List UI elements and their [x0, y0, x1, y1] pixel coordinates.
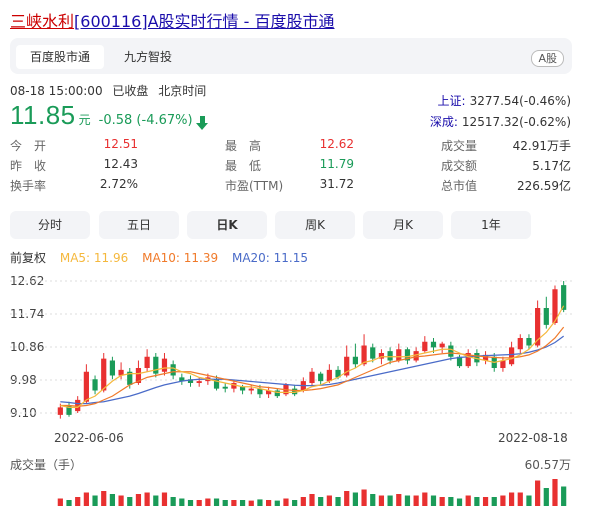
volume-bar: [135, 494, 142, 506]
volume-bar: [378, 495, 385, 506]
candle-body: [396, 349, 402, 361]
volume-bar: [561, 486, 567, 506]
volume-bar: [231, 500, 237, 506]
volume-bar: [326, 495, 332, 506]
volume-bar: [292, 500, 298, 506]
volume-bar: [387, 495, 393, 506]
volume-bar: [517, 492, 523, 506]
candle-body: [352, 356, 358, 365]
volume-bar: [439, 497, 445, 506]
volume-bar: [309, 494, 315, 506]
volume-bar: [526, 495, 532, 506]
candle-body: [109, 360, 116, 376]
volume-bar: [552, 479, 558, 506]
volume-bar: [101, 491, 107, 506]
candle-body: [422, 341, 428, 352]
volume-bar: [75, 497, 81, 506]
volume-bar: [239, 500, 246, 506]
candle-body: [309, 371, 315, 383]
volume-bar: [222, 500, 228, 506]
volume-bar: [118, 495, 124, 506]
volume-bar: [161, 492, 168, 506]
volume-bar: [413, 495, 419, 506]
volume-max-label: 60.57万: [524, 458, 571, 472]
volume-bar: [213, 498, 220, 506]
candle-body: [370, 347, 376, 359]
volume-bar: [508, 492, 515, 506]
volume-label: 成交量（手）: [10, 458, 83, 472]
volume-bar: [500, 495, 506, 506]
volume-bar: [248, 500, 254, 506]
volume-bar: [257, 499, 263, 506]
candle-body: [57, 407, 63, 415]
candle-body: [153, 356, 159, 374]
volume-bar: [404, 495, 411, 506]
volume-bar: [482, 497, 489, 506]
volume-bar: [66, 500, 72, 506]
volume-bar: [205, 498, 211, 506]
volume-bar: [266, 500, 272, 506]
volume-bar: [361, 489, 367, 506]
volume-bar: [396, 494, 402, 506]
candle-body: [274, 390, 280, 397]
candle-body: [196, 381, 202, 383]
volume-bar: [474, 497, 480, 506]
candle-body: [248, 388, 254, 391]
candle-body: [508, 347, 515, 365]
volume-bar: [109, 494, 116, 506]
volume-bar: [465, 495, 471, 506]
volume-bar: [456, 498, 463, 506]
candle-body: [517, 338, 523, 350]
volume-bar: [448, 497, 454, 506]
volume-bar: [344, 491, 350, 506]
volume-bar: [57, 498, 63, 506]
kline-chart[interactable]: [0, 0, 597, 513]
candle-body: [448, 345, 454, 357]
volume-bar: [300, 497, 306, 506]
volume-bar: [370, 494, 376, 506]
volume-bar: [430, 495, 437, 506]
volume-bar: [352, 492, 358, 506]
candle-body: [222, 386, 228, 389]
candle-body: [318, 373, 324, 382]
volume-bar: [335, 497, 341, 506]
candle-body: [101, 358, 107, 391]
candle-body: [170, 364, 176, 376]
candle-body: [439, 343, 445, 348]
volume-bar: [127, 497, 133, 506]
volume-bar: [187, 500, 194, 506]
volume-bar: [422, 492, 428, 506]
volume-bar: [179, 498, 185, 506]
candle-body: [430, 341, 437, 348]
candle-body: [500, 360, 506, 368]
volume-bar: [170, 497, 176, 506]
volume-bar: [283, 498, 289, 506]
volume-bar: [318, 497, 324, 506]
candle-body: [526, 338, 532, 346]
candle-body: [161, 358, 168, 372]
volume-bar: [144, 492, 150, 506]
volume-bar: [196, 500, 202, 506]
volume-bar: [491, 497, 497, 506]
volume-bar: [153, 495, 159, 506]
volume-bar: [83, 492, 89, 506]
candle-body: [83, 371, 89, 402]
candle-body: [326, 369, 332, 382]
candle-body: [543, 308, 549, 325]
volume-bar: [535, 480, 541, 506]
volume-bar: [92, 495, 98, 506]
candle-body: [387, 351, 393, 361]
candle-body: [92, 379, 98, 391]
candle-body: [144, 356, 150, 368]
volume-bar: [543, 488, 549, 506]
volume-bar: [274, 500, 280, 506]
